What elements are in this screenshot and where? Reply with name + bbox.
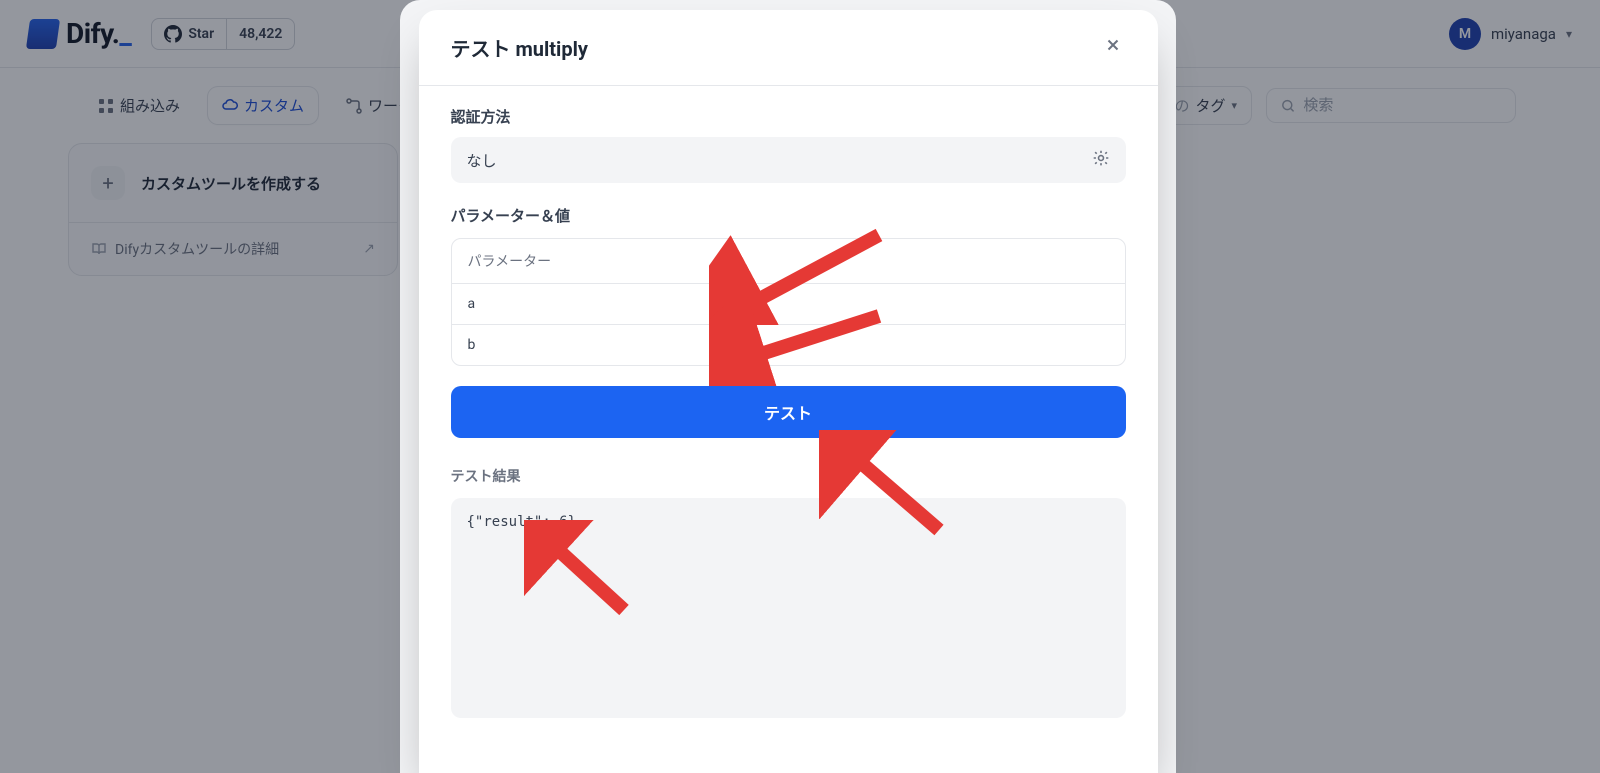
auth-value-text: なし [467, 150, 497, 171]
test-button[interactable]: テスト [451, 386, 1126, 438]
results-output: {"result": 6} [451, 498, 1126, 718]
params-table-header: パラメーター 値 [452, 239, 1125, 284]
param-header-value: 値 [700, 239, 1125, 283]
gear-icon [1092, 149, 1110, 167]
modal-title: テスト multiply [451, 33, 588, 62]
close-button[interactable] [1100, 32, 1126, 63]
close-icon [1104, 36, 1122, 54]
auth-method-box[interactable]: なし [451, 137, 1126, 183]
modal-body: 認証方法 なし パラメーター＆値 パラメーター 値 a 2 [419, 86, 1158, 750]
params-table: パラメーター 値 a 2 b 3 [451, 238, 1126, 366]
param-name: a [452, 284, 700, 324]
param-header-name: パラメーター [452, 239, 700, 283]
param-name: b [452, 325, 700, 365]
results-section-label: テスト結果 [451, 466, 1126, 486]
param-row: b 3 [452, 325, 1125, 365]
param-value-input[interactable]: 3 [700, 325, 1125, 365]
modal-stack: テスト multiply 認証方法 なし パラメーター＆値 パラメーター [400, 0, 1176, 773]
modal-header: テスト multiply [419, 10, 1158, 86]
auth-section-label: 認証方法 [451, 106, 1126, 127]
params-section-label: パラメーター＆値 [451, 205, 1126, 226]
test-tool-modal: テスト multiply 認証方法 なし パラメーター＆値 パラメーター [419, 10, 1158, 773]
modal-back-sheet: テスト multiply 認証方法 なし パラメーター＆値 パラメーター [400, 0, 1176, 773]
auth-settings-button[interactable] [1092, 149, 1110, 171]
param-value-input[interactable]: 2 [700, 284, 1125, 324]
param-row: a 2 [452, 284, 1125, 325]
results-text: {"result": 6} [467, 514, 577, 530]
